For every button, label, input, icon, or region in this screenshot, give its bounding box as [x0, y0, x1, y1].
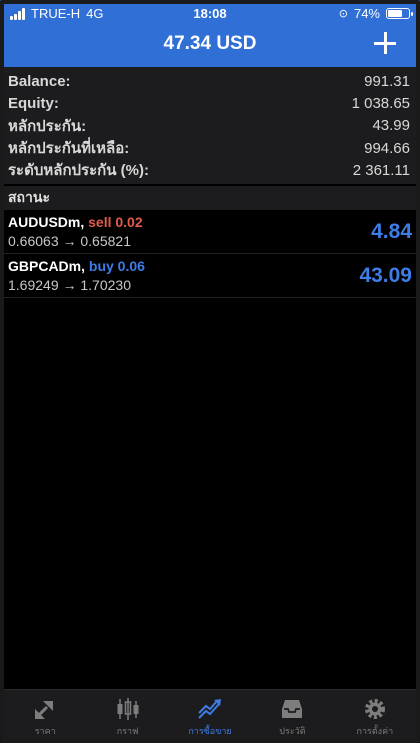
- add-order-button[interactable]: [372, 30, 398, 56]
- position-prices: 1.69249 → 1.70230: [8, 277, 131, 293]
- position-symbol: AUDUSDm,: [8, 214, 85, 230]
- position-symbol: GBPCADm,: [8, 258, 86, 274]
- page-title: 47.34 USD: [163, 33, 257, 54]
- positions-section-header: สถานะ: [4, 186, 416, 210]
- summary-value: 43.99: [372, 117, 410, 135]
- battery-percent: 74%: [353, 6, 380, 21]
- summary-label: หลักประกันที่เหลือ:: [8, 140, 130, 158]
- summary-value: 2 361.11: [352, 161, 410, 179]
- positions-list: AUDUSDm, sell 0.02 0.66063 → 0.65821 4.8…: [4, 210, 416, 298]
- summary-label: Equity:: [8, 94, 59, 112]
- tab-history[interactable]: ประวัติ: [251, 690, 333, 739]
- summary-value: 991.31: [364, 72, 410, 90]
- summary-row-free-margin: หลักประกันที่เหลือ: 994.66: [4, 137, 416, 159]
- position-prices: 0.66063 → 0.65821: [8, 233, 131, 249]
- tab-trade[interactable]: การซื้อขาย: [169, 690, 251, 739]
- top-bar: TRUE-H 4G 18:08 ⊙ 74% 47.34 USD: [0, 0, 420, 67]
- tab-label: ประวัติ: [279, 726, 306, 736]
- battery-icon: [386, 8, 413, 19]
- chart-icon: [117, 698, 139, 720]
- summary-row-margin-level: ระดับหลักประกัน (%): 2 361.11: [4, 159, 416, 181]
- position-row[interactable]: AUDUSDm, sell 0.02 0.66063 → 0.65821 4.8…: [4, 210, 416, 254]
- position-side: sell 0.02: [88, 214, 143, 230]
- bottom-tab-bar: ราคา กราฟ การซื้อขาย ประวัติ การตั้งค่า: [4, 689, 416, 739]
- settings-icon: [364, 699, 385, 719]
- summary-label: Balance:: [8, 72, 71, 90]
- summary-value: 1 038.65: [351, 94, 410, 112]
- summary-label: หลักประกัน:: [8, 117, 87, 135]
- tab-label: การซื้อขาย: [188, 726, 232, 736]
- tab-chart[interactable]: กราฟ: [86, 690, 168, 739]
- trade-icon: [198, 699, 222, 719]
- quotes-icon: [35, 701, 54, 720]
- status-right: ⊙ 74%: [338, 6, 413, 21]
- tab-label: การตั้งค่า: [356, 726, 394, 736]
- summary-value: 994.66: [364, 139, 410, 157]
- tab-label: กราฟ: [116, 726, 139, 736]
- position-profit: 4.84: [371, 220, 412, 243]
- position-side: buy 0.06: [88, 258, 145, 274]
- tab-quotes[interactable]: ราคา: [4, 690, 86, 739]
- summary-label: ระดับหลักประกัน (%):: [8, 162, 149, 180]
- summary-row-equity: Equity: 1 038.65: [4, 92, 416, 114]
- summary-row-margin: หลักประกัน: 43.99: [4, 115, 416, 137]
- history-icon: [282, 700, 303, 718]
- account-summary: Balance: 991.31 Equity: 1 038.65 หลักประ…: [4, 67, 416, 184]
- summary-row-balance: Balance: 991.31: [4, 70, 416, 92]
- tab-settings[interactable]: การตั้งค่า: [334, 690, 416, 739]
- position-row[interactable]: GBPCADm, buy 0.06 1.69249 → 1.70230 43.0…: [4, 254, 416, 298]
- position-title: GBPCADm, buy 0.06: [8, 258, 145, 274]
- position-profit: 43.09: [359, 264, 412, 287]
- orientation-lock-icon: ⊙: [338, 8, 348, 20]
- status-bar: TRUE-H 4G 18:08 ⊙ 74%: [0, 0, 420, 26]
- tab-label: ราคา: [34, 726, 56, 736]
- position-title: AUDUSDm, sell 0.02: [8, 214, 143, 230]
